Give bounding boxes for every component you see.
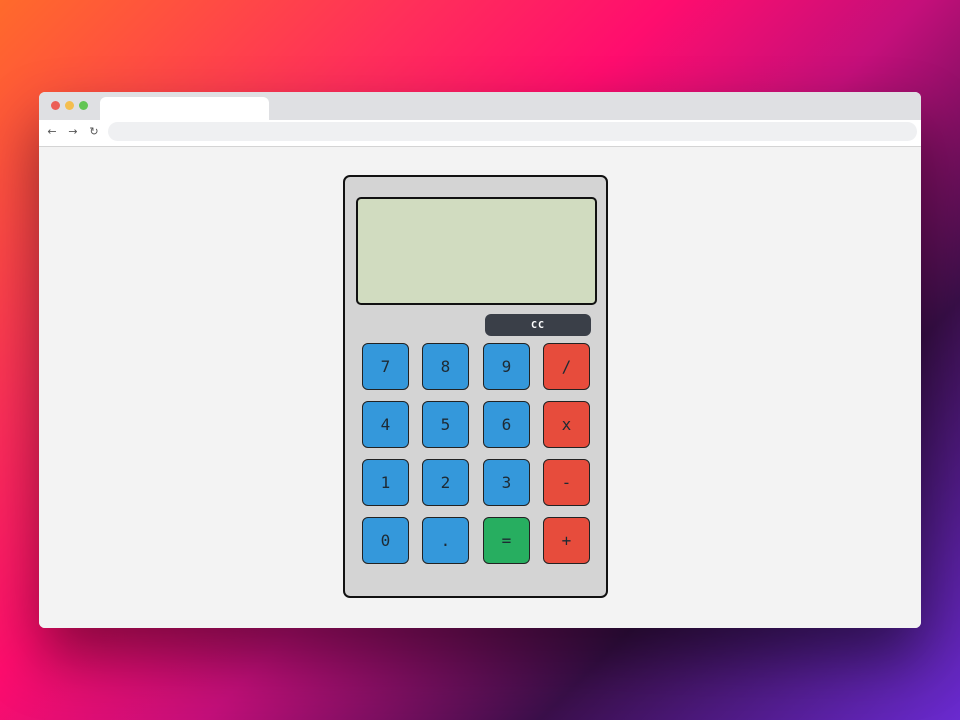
key-0[interactable]: 0 bbox=[362, 517, 409, 564]
key-9[interactable]: 9 bbox=[483, 343, 530, 390]
decimal-key[interactable]: . bbox=[422, 517, 469, 564]
key-5[interactable]: 5 bbox=[422, 401, 469, 448]
calculator-display bbox=[356, 197, 597, 305]
close-window-button[interactable] bbox=[51, 101, 60, 110]
add-key[interactable]: + bbox=[543, 517, 590, 564]
page-viewport: CC 7 8 9 / 4 5 6 x 1 2 3 - 0 . = + bbox=[39, 147, 921, 628]
key-4[interactable]: 4 bbox=[362, 401, 409, 448]
key-8[interactable]: 8 bbox=[422, 343, 469, 390]
divide-key[interactable]: / bbox=[543, 343, 590, 390]
calculator: CC 7 8 9 / 4 5 6 x 1 2 3 - 0 . = + bbox=[343, 175, 608, 598]
key-1[interactable]: 1 bbox=[362, 459, 409, 506]
maximize-window-button[interactable] bbox=[79, 101, 88, 110]
minimize-window-button[interactable] bbox=[65, 101, 74, 110]
tab-bar bbox=[39, 92, 921, 120]
key-3[interactable]: 3 bbox=[483, 459, 530, 506]
key-6[interactable]: 6 bbox=[483, 401, 530, 448]
arrow-left-icon[interactable]: ← bbox=[44, 124, 60, 140]
clear-button[interactable]: CC bbox=[485, 314, 591, 336]
key-2[interactable]: 2 bbox=[422, 459, 469, 506]
address-bar[interactable] bbox=[108, 122, 917, 141]
equals-key[interactable]: = bbox=[483, 517, 530, 564]
browser-window: ← → ↻ CC 7 8 9 / 4 5 6 x 1 2 3 - 0 . = + bbox=[39, 92, 921, 628]
arrow-right-icon[interactable]: → bbox=[65, 124, 81, 140]
multiply-key[interactable]: x bbox=[543, 401, 590, 448]
browser-toolbar: ← → ↻ bbox=[39, 120, 921, 147]
subtract-key[interactable]: - bbox=[543, 459, 590, 506]
reload-icon[interactable]: ↻ bbox=[86, 124, 102, 140]
key-7[interactable]: 7 bbox=[362, 343, 409, 390]
active-tab[interactable] bbox=[100, 97, 269, 120]
